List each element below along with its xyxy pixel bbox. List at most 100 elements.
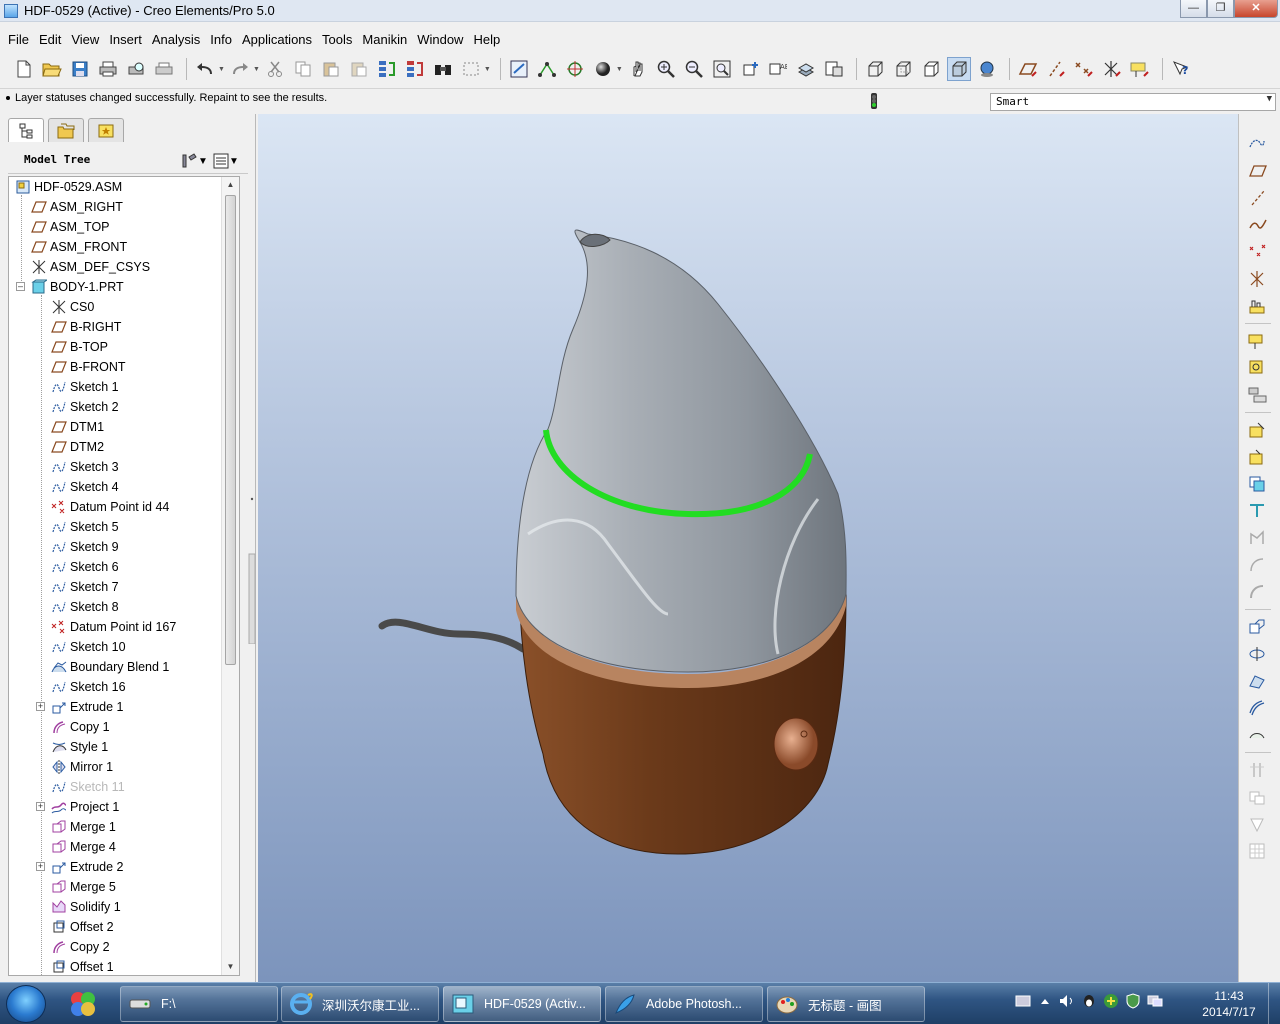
extend-icon[interactable] [1243,526,1271,550]
shrinkwrap-icon[interactable] [1243,383,1271,407]
saved-views-icon[interactable]: AB [766,57,790,81]
regenerate-icon[interactable] [375,57,399,81]
shading-icon[interactable] [591,57,615,81]
keyboard-icon[interactable] [1012,989,1034,1013]
tree-item[interactable]: Sketch 3 [9,457,221,477]
paste-icon[interactable] [319,57,343,81]
zoom-out-icon[interactable] [682,57,706,81]
print-setup-icon[interactable] [152,57,176,81]
selection-filter-select[interactable]: Smart ▼ [990,93,1276,111]
close-button[interactable]: ✕ [1234,0,1278,18]
tree-item[interactable]: Sketch 5 [9,517,221,537]
thicken-icon[interactable] [1243,580,1271,604]
analysis-feature-icon[interactable] [1243,294,1271,318]
scroll-down-icon[interactable]: ▼ [222,959,239,975]
tree-item[interactable]: Copy 1 [9,717,221,737]
volume-icon[interactable] [1056,989,1078,1013]
intersect-icon[interactable] [1243,499,1271,523]
undo-icon[interactable] [193,57,217,81]
tree-item[interactable]: Datum Point id 167 [9,617,221,637]
print-icon[interactable] [96,57,120,81]
tree-item[interactable]: Style 1 [9,737,221,757]
datum-curve-sketch-icon[interactable] [1243,132,1271,156]
datum-planes-toggle-icon[interactable] [1016,57,1040,81]
undo-dropdown-icon[interactable]: ▼ [218,66,225,73]
tree-item[interactable]: Sketch 10 [9,637,221,657]
scroll-thumb[interactable] [225,195,236,665]
publish-geometry-icon[interactable] [1243,418,1271,442]
maximize-button[interactable]: ❐ [1207,0,1234,18]
datum-point-icon[interactable] [1243,240,1271,264]
datum-curve-icon[interactable] [1243,213,1271,237]
wireframe-icon[interactable] [863,57,887,81]
zoom-in-icon[interactable] [654,57,678,81]
tab-folder-browser[interactable] [48,118,84,142]
tab-favorites[interactable] [88,118,124,142]
solidify-tool-icon[interactable] [1243,615,1271,639]
datum-points-toggle-icon[interactable] [1072,57,1096,81]
enhanced-realism-icon[interactable] [975,57,999,81]
menu-applications[interactable]: Applications [238,32,316,47]
tree-item[interactable]: B-FRONT [9,357,221,377]
style-tool-icon[interactable] [1243,785,1271,809]
menu-insert[interactable]: Insert [105,32,146,47]
taskbar-button[interactable]: Adobe Photosh... [605,986,763,1022]
tree-item[interactable]: Boundary Blend 1 [9,657,221,677]
shield-icon[interactable] [1122,989,1144,1013]
scroll-up-icon[interactable]: ▲ [222,177,239,193]
tree-item[interactable]: Sketch 11 [9,777,221,797]
tree-item[interactable]: Sketch 1 [9,377,221,397]
layers-icon[interactable] [794,57,818,81]
tree-show-button[interactable]: ▼ [210,151,242,171]
select-box-icon[interactable] [459,57,483,81]
variable-sweep-icon[interactable] [1243,839,1271,863]
tree-item[interactable]: Merge 4 [9,837,221,857]
panel-sash-handle[interactable] [248,454,256,644]
menu-edit[interactable]: Edit [35,32,65,47]
clock[interactable]: 11:43 2014/7/17 [1192,988,1266,1020]
menu-manikin[interactable]: Manikin [358,32,411,47]
refit-icon[interactable] [507,57,531,81]
offset-tool-icon[interactable] [1243,553,1271,577]
csys-toggle-icon[interactable] [1100,57,1124,81]
model-view[interactable] [258,114,1238,982]
tree-item[interactable]: Offset 2 [9,917,221,937]
shading-dropdown-icon[interactable]: ▼ [616,66,623,73]
save-icon[interactable] [68,57,92,81]
select-dropdown-icon[interactable]: ▼ [484,66,491,73]
tree-item[interactable]: Offset 1 [9,957,221,975]
tree-settings-button[interactable]: ▼ [178,151,210,171]
tree-item[interactable]: + Extrude 2 [9,857,221,877]
tree-item[interactable]: – BODY-1.PRT [9,277,221,297]
tree-item[interactable]: Merge 1 [9,817,221,837]
tree-item[interactable]: Solidify 1 [9,897,221,917]
annotation-feature-icon[interactable] [1243,329,1271,353]
taskbar-button[interactable]: F:\ [120,986,278,1022]
menu-analysis[interactable]: Analysis [148,32,204,47]
menu-tools[interactable]: Tools [318,32,356,47]
tab-model-tree[interactable] [8,118,44,142]
mirror-tool-icon[interactable] [1243,696,1271,720]
tree-item[interactable]: ASM_DEF_CSYS [9,257,221,277]
qq-icon[interactable] [1078,989,1100,1013]
find-icon[interactable] [431,57,455,81]
annotations-toggle-icon[interactable] [1128,57,1152,81]
show-hidden-icons-icon[interactable] [1034,989,1056,1013]
sweep-icon[interactable] [1243,812,1271,836]
taskbar-button[interactable]: HDF-0529 (Activ... [443,986,601,1022]
menu-help[interactable]: Help [469,32,504,47]
tree-item[interactable]: Merge 5 [9,877,221,897]
trim-icon[interactable] [1243,472,1271,496]
tree-item[interactable]: Sketch 16 [9,677,221,697]
tree-item[interactable]: B-TOP [9,337,221,357]
tree-item[interactable]: Sketch 2 [9,397,221,417]
datum-plane-icon[interactable] [1243,159,1271,183]
view-manager-icon[interactable] [822,57,846,81]
tree-item[interactable]: Datum Point id 44 [9,497,221,517]
no-hidden-icon[interactable] [919,57,943,81]
cut-icon[interactable] [263,57,287,81]
pinned-app[interactable] [56,986,110,1022]
copy-geometry-icon[interactable] [1243,356,1271,380]
minimize-button[interactable]: — [1180,0,1207,18]
shaded-icon[interactable] [946,57,971,81]
